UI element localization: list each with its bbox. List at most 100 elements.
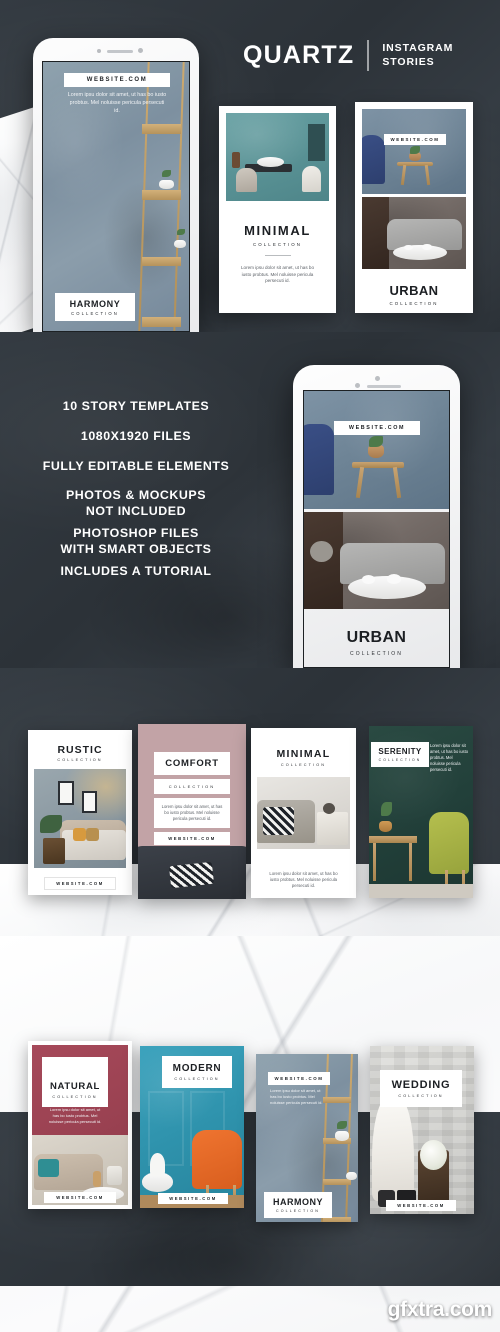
chair-decor xyxy=(302,165,321,193)
nightstand-decor xyxy=(43,838,66,865)
section-features: 10 STORY TEMPLATES 1080X1920 FILES FULLY… xyxy=(0,332,500,668)
collection-title: COMFORT xyxy=(165,758,219,769)
feature-item: 10 STORY TEMPLATES xyxy=(62,399,210,413)
collection-subtitle: COLLECTION xyxy=(350,651,403,657)
feature-item: PHOTOS & MOCKUPS NOT INCLUDED xyxy=(65,488,207,519)
feature-item: PHOTOSHOP FILES WITH SMART OBJECTS xyxy=(60,526,212,557)
bench-leg-decor xyxy=(408,842,412,881)
story-lorem-text: Lorem ipsu dolor sit amet, ut has bo ius… xyxy=(269,871,338,889)
rustic-title-block: RUSTIC COLLECTION xyxy=(34,736,126,769)
collection-title: HARMONY xyxy=(273,1197,323,1207)
website-badge[interactable]: WEBSITE.COM xyxy=(334,421,420,435)
plant-leaf-decor xyxy=(162,169,172,177)
coffee-table-decor xyxy=(393,244,448,261)
story-card-rustic[interactable]: RUSTIC COLLECTION WEBSITE.COM xyxy=(28,730,132,895)
armchair-decor xyxy=(192,1130,242,1189)
comfort-lorem-box: Lorem ipsu dolor sit amet, ut has bo ius… xyxy=(154,798,230,829)
armchair-decor xyxy=(362,134,385,184)
section-templates-row1: RUSTIC COLLECTION WEBSITE.COM COMFORT CO… xyxy=(0,668,500,936)
armchair-decor xyxy=(106,1165,123,1186)
collection-title: URBAN xyxy=(389,283,439,298)
story-card-harmony-2[interactable]: WEBSITE.COM Lorem ipsu dolor sit amet, u… xyxy=(256,1054,358,1222)
story-card-natural[interactable]: NATURAL COLLECTION Lorem ipsu dolor sit … xyxy=(28,1041,132,1209)
website-badge[interactable]: WEBSITE.COM xyxy=(158,1193,228,1204)
story-lorem-text: Lorem ipsu dolor sit amet, ut has bo ius… xyxy=(240,265,315,284)
phone-screen: WEBSITE.COM URBAN COLLECTION xyxy=(303,390,450,668)
minimal-text-block: MINIMAL COLLECTION Lorem ipsu dolor sit … xyxy=(226,201,329,285)
story-photo-rustic xyxy=(34,769,126,868)
plant-leaf-decor xyxy=(39,814,62,833)
phone-speaker-icon xyxy=(107,50,133,53)
story-lorem-text: Lorem ipsu dolor sit amet, ut has bo ius… xyxy=(48,1107,102,1124)
wedding-dress-decor xyxy=(372,1096,414,1201)
story-photo-urban-bottom xyxy=(362,197,466,269)
cabinet-decor xyxy=(362,197,390,269)
story-lorem-text: Lorem ipsu dolor sit amet, ut has bo ius… xyxy=(270,1088,323,1105)
lamp-decor xyxy=(323,802,336,814)
story-photo-urban-top: WEBSITE.COM xyxy=(304,391,449,509)
story-card-modern[interactable]: MODERN COLLECTION WEBSITE.COM xyxy=(140,1046,244,1208)
serenity-title-box: SERENITY COLLECTION xyxy=(371,742,429,767)
story-card-comfort[interactable]: COMFORT COLLECTION Lorem ipsu dolor sit … xyxy=(138,724,246,899)
collection-subtitle: COLLECTION xyxy=(52,1095,98,1099)
plant-pot-decor xyxy=(334,1131,349,1142)
collection-title: NATURAL xyxy=(49,1081,101,1092)
lamp-decor xyxy=(150,1152,165,1176)
armchair-decor xyxy=(304,424,335,495)
story-photo-minimal-2 xyxy=(257,777,350,849)
plant-leaf-decor xyxy=(336,1121,347,1130)
modern-title-box: MODERN COLLECTION xyxy=(162,1056,232,1088)
website-badge[interactable]: WEBSITE.COM xyxy=(64,73,170,87)
plant-pot-decor xyxy=(174,239,187,248)
plant-leaf-decor xyxy=(176,228,185,235)
bouquet-decor xyxy=(419,1140,447,1171)
stool-leg-decor xyxy=(393,466,402,498)
shelf-decor xyxy=(308,123,325,161)
table-top-decor xyxy=(256,157,284,167)
website-badge[interactable]: WEBSITE.COM xyxy=(44,877,116,890)
collection-title: WEDDING xyxy=(391,1079,451,1091)
stool-leg-decor xyxy=(355,466,365,498)
phone-mockup-harmony: WEBSITE.COM Lorem ipsu dolor sit amet, u… xyxy=(33,38,199,332)
stool-leg-decor xyxy=(400,164,406,186)
collection-subtitle: COLLECTION xyxy=(174,1077,220,1081)
feature-item: INCLUDES A TUTORIAL xyxy=(60,564,212,578)
phone-camera-icon xyxy=(138,48,143,53)
feature-item: 1080X1920 FILES xyxy=(80,429,192,443)
teapot-decor xyxy=(422,243,432,251)
website-badge[interactable]: WEBSITE.COM xyxy=(44,1192,116,1203)
story-card-wedding[interactable]: WEDDING COLLECTION WEBSITE.COM xyxy=(370,1046,474,1214)
website-badge[interactable]: WEBSITE.COM xyxy=(386,1200,456,1211)
website-badge[interactable]: WEBSITE.COM xyxy=(268,1072,330,1085)
natural-title-box: NATURAL COLLECTION xyxy=(42,1057,108,1107)
divider-rule xyxy=(264,255,291,256)
plant-pot-decor xyxy=(367,445,384,459)
plant-pot-decor xyxy=(345,1171,357,1180)
plant-leaf-decor xyxy=(369,435,384,447)
collection-title: RUSTIC xyxy=(57,744,103,756)
section-templates-row2: NATURAL COLLECTION Lorem ipsu dolor sit … xyxy=(0,936,500,1332)
story-photo-natural: NATURAL COLLECTION Lorem ipsu dolor sit … xyxy=(32,1045,128,1205)
brand-logo: QUARTZ INSTAGRAM STORIES xyxy=(243,40,453,71)
bench-leg-decor xyxy=(373,842,377,881)
story-lorem-text: Lorem ipsu dolor sit amet, ut has bo ius… xyxy=(430,743,469,772)
story-card-minimal[interactable]: MINIMAL COLLECTION Lorem ipsu dolor sit … xyxy=(219,106,336,313)
collection-title: MINIMAL xyxy=(276,748,331,760)
collection-title: HARMONY xyxy=(69,299,121,309)
story-card-urban[interactable]: WEBSITE.COM URBAN COLLECTION xyxy=(355,102,473,313)
collection-subtitle: COLLECTION xyxy=(57,758,103,762)
story-card-serenity[interactable]: SERENITY COLLECTION Lorem ipsu dolor sit… xyxy=(369,726,473,898)
urban-text-block: URBAN COLLECTION xyxy=(362,269,466,306)
watermark: gfxtra.com xyxy=(387,1298,493,1321)
nightstand-decor xyxy=(316,811,349,845)
collection-title: SERENITY xyxy=(378,747,422,756)
plant-pot-decor xyxy=(379,820,393,832)
vase-decor xyxy=(232,151,241,168)
website-badge[interactable]: WEBSITE.COM xyxy=(384,134,446,145)
logo-divider xyxy=(367,40,370,71)
feature-item: FULLY EDITABLE ELEMENTS xyxy=(42,459,230,473)
stool-leg-decor xyxy=(425,164,431,186)
wedding-title-box: WEDDING COLLECTION xyxy=(380,1070,462,1107)
story-card-minimal-2[interactable]: MINIMAL COLLECTION Lorem ipsu dolor sit … xyxy=(251,728,356,898)
story-lorem-text: Lorem ipsu dolor sit amet, ut has bo ius… xyxy=(67,92,167,114)
